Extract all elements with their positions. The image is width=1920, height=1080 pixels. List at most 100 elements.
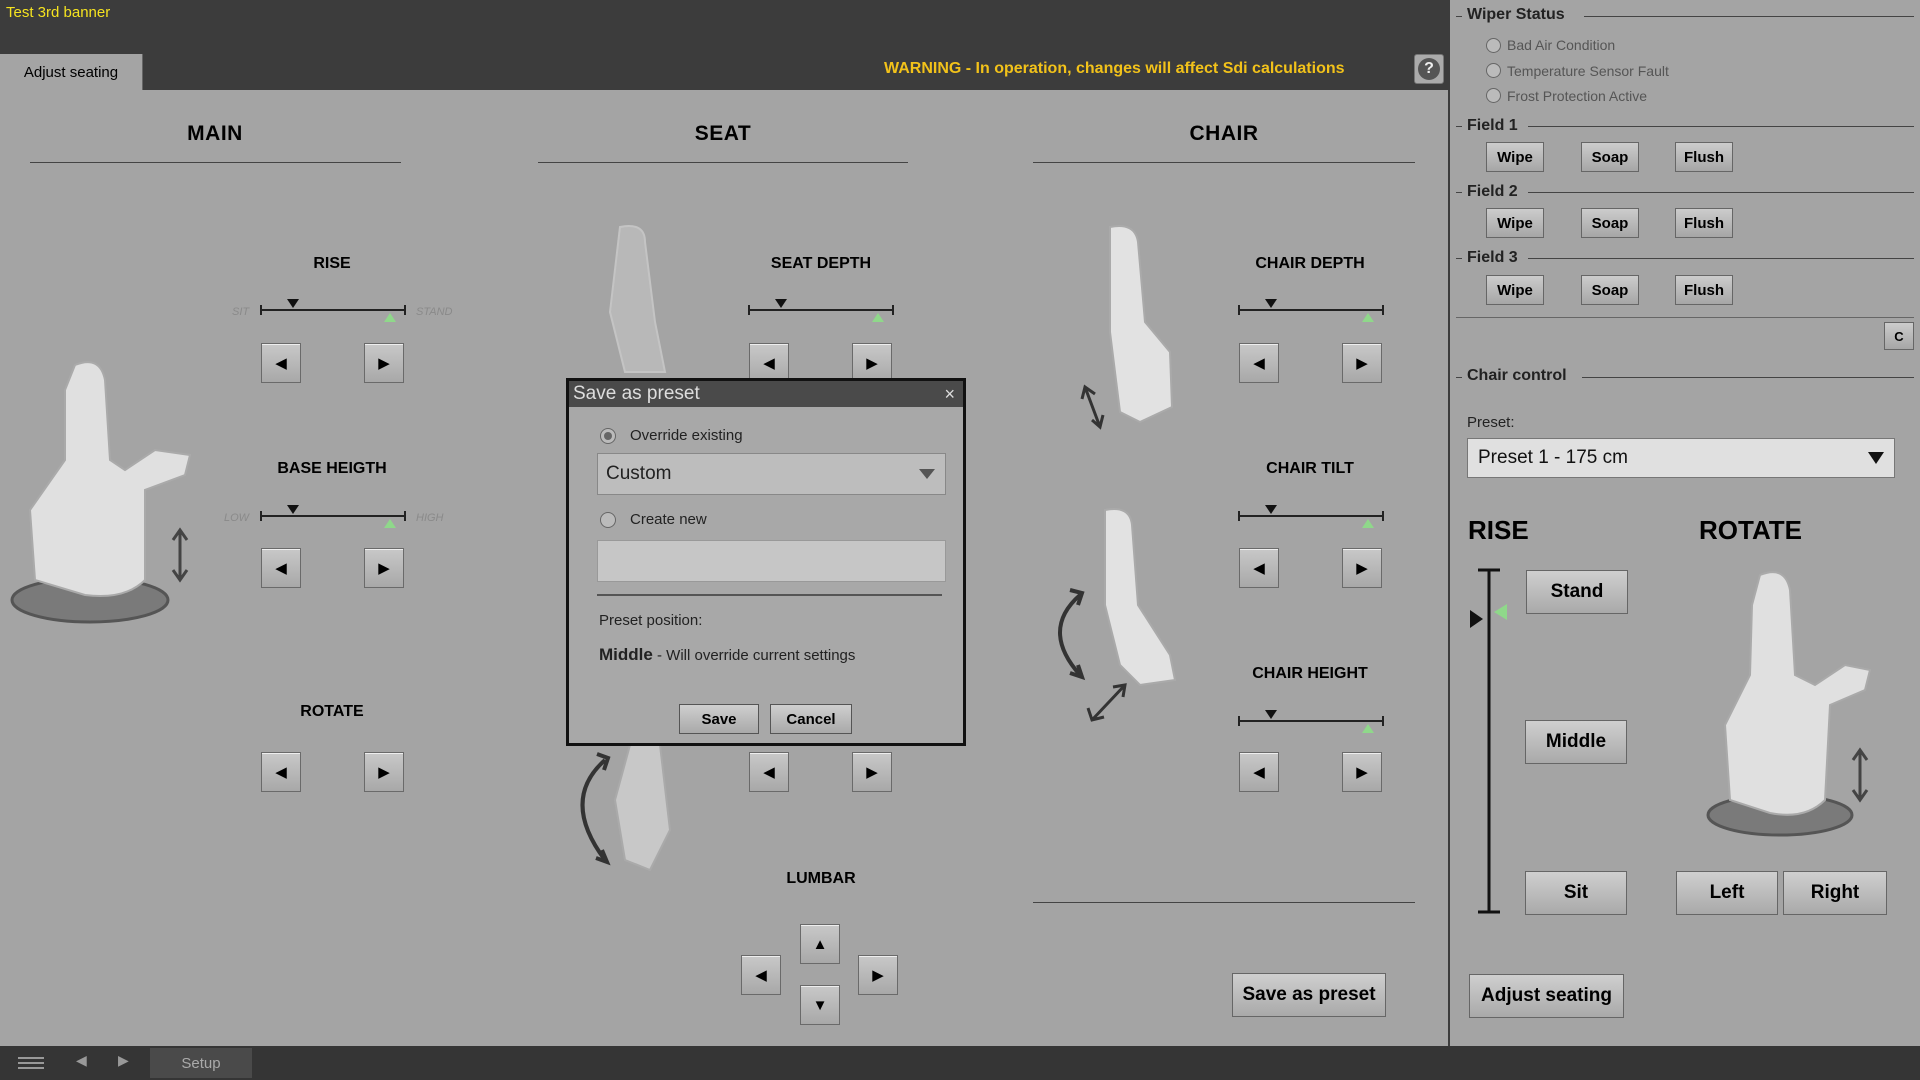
chair-divider bbox=[1033, 162, 1415, 163]
rotate-left-button[interactable]: ◀ bbox=[261, 752, 301, 792]
rise-min-label: SIT bbox=[232, 306, 250, 318]
rotate-seat-image bbox=[1706, 571, 1872, 837]
save-as-preset-button[interactable]: Save as preset bbox=[1232, 973, 1386, 1017]
lumbar-right-button[interactable]: ▶ bbox=[858, 955, 898, 995]
preset-select[interactable]: Preset 1 - 175 cm bbox=[1467, 438, 1895, 478]
base-height-current-marker bbox=[287, 505, 299, 514]
chair-tilt-slider[interactable] bbox=[1238, 505, 1384, 528]
base-height-slider[interactable] bbox=[260, 505, 406, 528]
bottom-bar bbox=[0, 1046, 1920, 1080]
rise-slider-track bbox=[260, 309, 406, 311]
field1-wipe-button[interactable]: Wipe bbox=[1486, 142, 1544, 172]
rotate-right-button[interactable]: ▶ bbox=[364, 752, 404, 792]
banner-text: Test 3rd banner bbox=[6, 4, 111, 21]
wiper-line-left bbox=[1456, 16, 1462, 17]
chair-depth-target-marker bbox=[1362, 313, 1374, 322]
chair-height-slider[interactable] bbox=[1238, 710, 1384, 733]
chevron-down-icon bbox=[919, 469, 935, 479]
rise-title: RISE bbox=[313, 255, 351, 272]
menu-icon[interactable] bbox=[18, 1054, 44, 1072]
setup-tab[interactable]: Setup bbox=[150, 1048, 252, 1078]
wiper-radio-2[interactable] bbox=[1486, 63, 1501, 78]
main-divider bbox=[30, 162, 401, 163]
chair-tilt-current-marker bbox=[1265, 505, 1277, 514]
field3-wipe-button[interactable]: Wipe bbox=[1486, 275, 1544, 305]
override-preset-select[interactable]: Custom bbox=[597, 453, 946, 495]
sit-button[interactable]: Sit bbox=[1525, 871, 1627, 915]
dialog-title: Save as preset bbox=[573, 383, 700, 404]
base-height-target-marker bbox=[384, 519, 396, 528]
rise-slider-max-tick bbox=[404, 305, 406, 315]
lumbar-left-button[interactable]: ◀ bbox=[741, 955, 781, 995]
field2-line-left bbox=[1456, 192, 1462, 193]
seat-depth-left-button[interactable]: ◀ bbox=[749, 343, 789, 383]
stand-button[interactable]: Stand bbox=[1526, 570, 1628, 614]
field3-soap-button[interactable]: Soap bbox=[1581, 275, 1639, 305]
wiper-item-2: Temperature Sensor Fault bbox=[1507, 63, 1669, 79]
c-button[interactable]: C bbox=[1884, 322, 1914, 350]
adjust-seating-button[interactable]: Adjust seating bbox=[1469, 974, 1624, 1018]
field2-wipe-button[interactable]: Wipe bbox=[1486, 208, 1544, 238]
chair-depth-slider[interactable] bbox=[1238, 299, 1384, 322]
chair-height-left-button[interactable]: ◀ bbox=[1239, 752, 1279, 792]
chair-depth-current-marker bbox=[1265, 299, 1277, 308]
seat-tilt-left-button[interactable]: ◀ bbox=[749, 752, 789, 792]
rotate-right-panel-button[interactable]: Right bbox=[1783, 871, 1887, 915]
chair-height-slider-track bbox=[1238, 720, 1384, 722]
field1-soap-button[interactable]: Soap bbox=[1581, 142, 1639, 172]
base-height-right-button[interactable]: ▶ bbox=[364, 548, 404, 588]
chair-bottom-divider bbox=[1033, 902, 1415, 903]
nav-forward-icon[interactable]: ▶ bbox=[118, 1052, 129, 1069]
field-separator bbox=[1456, 317, 1914, 318]
override-existing-radio[interactable] bbox=[600, 428, 616, 444]
chair-depth-title: CHAIR DEPTH bbox=[1255, 255, 1365, 272]
field2-soap-button[interactable]: Soap bbox=[1581, 208, 1639, 238]
field2-flush-button[interactable]: Flush bbox=[1675, 208, 1733, 238]
chair-depth-right-button[interactable]: ▶ bbox=[1342, 343, 1382, 383]
preset-position-note: - Will override current settings bbox=[652, 647, 856, 664]
middle-button[interactable]: Middle bbox=[1525, 720, 1627, 764]
chair-tilt-left-button[interactable]: ◀ bbox=[1239, 548, 1279, 588]
rise-scale bbox=[1470, 568, 1507, 914]
chair-tilt-slider-min-tick bbox=[1238, 511, 1240, 521]
help-button[interactable]: ? bbox=[1414, 54, 1444, 84]
lumbar-title: LUMBAR bbox=[786, 870, 856, 887]
dialog-save-button[interactable]: Save bbox=[679, 704, 759, 734]
field3-line-left bbox=[1456, 258, 1462, 259]
create-new-input[interactable] bbox=[597, 540, 946, 582]
wiper-radio-1[interactable] bbox=[1486, 38, 1501, 53]
seat-depth-right-button[interactable]: ▶ bbox=[852, 343, 892, 383]
wiper-radio-3[interactable] bbox=[1486, 88, 1501, 103]
chair-tilt-right-button[interactable]: ▶ bbox=[1342, 548, 1382, 588]
base-height-left-button[interactable]: ◀ bbox=[261, 548, 301, 588]
nav-back-icon[interactable]: ◀ bbox=[76, 1052, 87, 1069]
close-icon[interactable]: × bbox=[944, 381, 955, 407]
create-new-radio[interactable] bbox=[600, 512, 616, 528]
chair-height-right-button[interactable]: ▶ bbox=[1342, 752, 1382, 792]
rise-slider[interactable] bbox=[260, 299, 406, 322]
seat-tilt-right-button[interactable]: ▶ bbox=[852, 752, 892, 792]
chevron-down-icon bbox=[1868, 452, 1884, 464]
seat-depth-slider[interactable] bbox=[748, 299, 894, 322]
dialog-cancel-button[interactable]: Cancel bbox=[770, 704, 852, 734]
rise-right-button[interactable]: ▶ bbox=[364, 343, 404, 383]
rotate-left-panel-button[interactable]: Left bbox=[1676, 871, 1778, 915]
rise-current-marker bbox=[287, 299, 299, 308]
seat-title: SEAT bbox=[694, 122, 752, 145]
dialog-separator bbox=[597, 594, 942, 596]
chair-height-slider-min-tick bbox=[1238, 716, 1240, 726]
field1-flush-button[interactable]: Flush bbox=[1675, 142, 1733, 172]
field3-flush-button[interactable]: Flush bbox=[1675, 275, 1733, 305]
chair-control-title: Chair control bbox=[1467, 367, 1567, 384]
chair-depth-left-button[interactable]: ◀ bbox=[1239, 343, 1279, 383]
tab-adjust-seating[interactable]: Adjust seating bbox=[0, 54, 143, 90]
chair-height-current-marker bbox=[1265, 710, 1277, 719]
lumbar-down-button[interactable]: ▼ bbox=[800, 985, 840, 1025]
lumbar-up-button[interactable]: ▲ bbox=[800, 924, 840, 964]
chair-control-line-left bbox=[1456, 377, 1462, 378]
rotate-title: ROTATE bbox=[300, 703, 364, 720]
seat-depth-current-marker bbox=[775, 299, 787, 308]
rise-left-button[interactable]: ◀ bbox=[261, 343, 301, 383]
chair-height-slider-max-tick bbox=[1382, 716, 1384, 726]
field1-line-left bbox=[1456, 126, 1462, 127]
